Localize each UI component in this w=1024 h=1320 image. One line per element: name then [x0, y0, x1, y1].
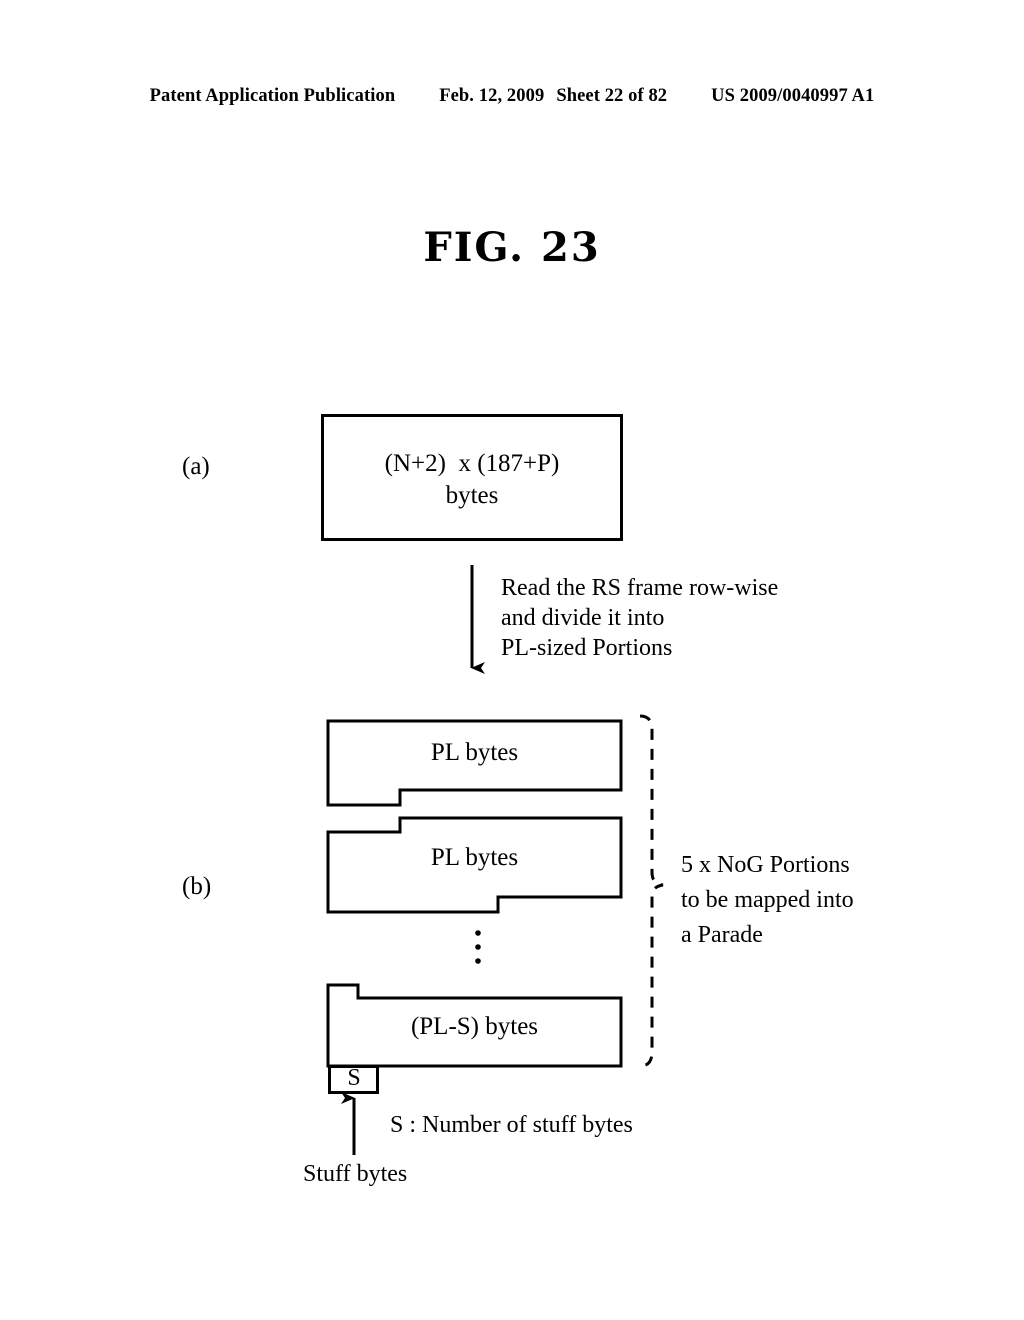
portion-2-label: PL bytes [430, 844, 519, 871]
parade-brace [639, 714, 664, 1068]
portion-1-label: PL bytes [430, 739, 519, 766]
ellipsis-dot [475, 930, 481, 936]
part-a-label: (a) [182, 453, 210, 480]
parade-note-line2: to be mapped into [681, 887, 854, 913]
divide-instruction: Read the RS frame row-wise and divide it … [501, 573, 778, 663]
rs-frame-size-line1: (N+2) x (187+P) [384, 450, 560, 477]
parade-note-line1: 5 x NoG Portions [681, 852, 850, 878]
rs-frame-box-text: (N+2) x (187+P) bytes [322, 448, 622, 512]
divide-instruction-line2: and divide it into [501, 605, 665, 631]
rs-frame-size-line2: bytes [445, 482, 499, 509]
divide-instruction-line1: Read the RS frame row-wise [501, 575, 779, 601]
stuff-bytes-callout: Stuff bytes [303, 1161, 408, 1187]
stuff-bytes-definition: S : Number of stuff bytes [390, 1112, 633, 1138]
stuff-bytes-box-label: S [347, 1065, 361, 1091]
divide-instruction-line3: PL-sized Portions [501, 635, 673, 661]
ellipsis-dot [475, 958, 481, 964]
portion-3-label: (PL-S) bytes [410, 1013, 539, 1040]
patent-page: Patent Application Publication Feb. 12, 2… [0, 0, 1024, 1320]
parade-note-line3: a Parade [681, 922, 763, 948]
parade-note: 5 x NoG Portions to be mapped into a Parad… [681, 848, 854, 953]
ellipsis-dot [475, 944, 481, 950]
part-b-label: (b) [182, 873, 212, 900]
